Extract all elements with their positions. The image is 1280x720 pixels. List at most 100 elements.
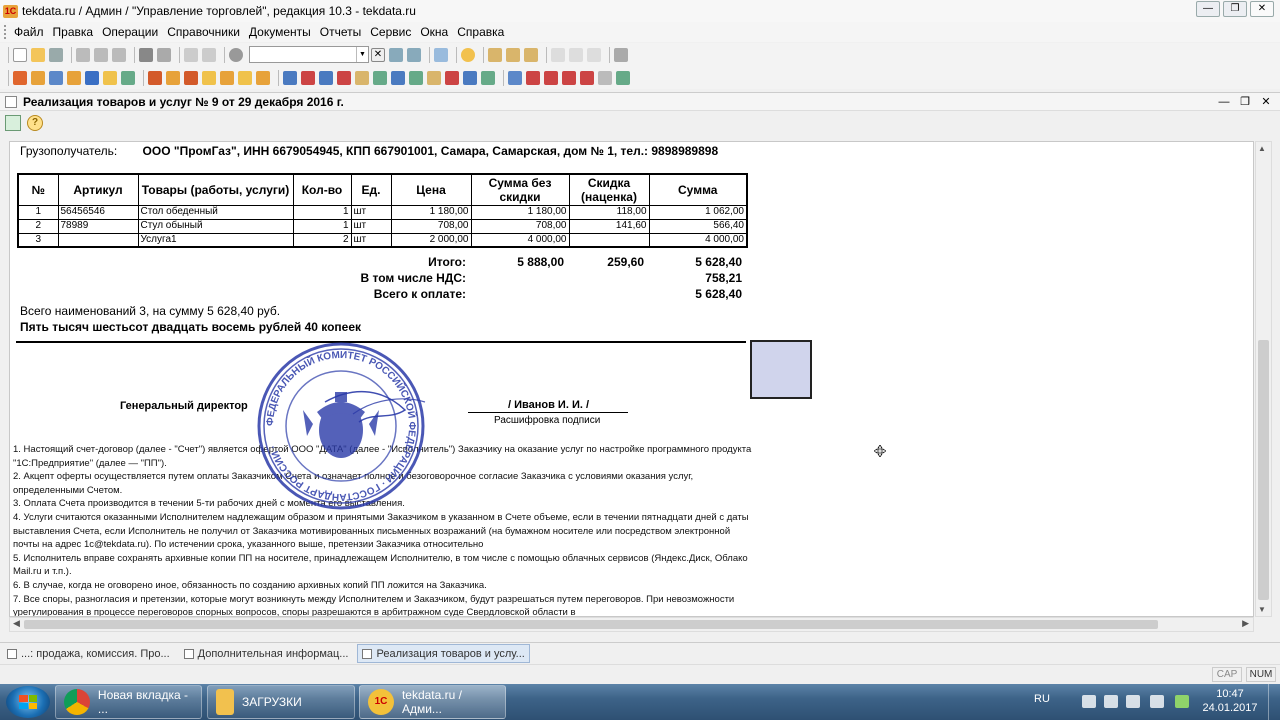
report-i-icon[interactable] [427, 70, 441, 85]
menu-catalogs[interactable]: Справочники [167, 25, 240, 39]
invoice-icon[interactable] [31, 70, 45, 85]
menu-operations[interactable]: Операции [102, 25, 158, 39]
save-icon[interactable] [49, 47, 63, 62]
scroll-right-icon[interactable]: ▶ [1242, 618, 1249, 629]
purchase-icon[interactable] [166, 70, 180, 85]
paste-icon[interactable] [112, 47, 126, 62]
analysis-a-icon[interactable] [508, 70, 522, 85]
tray-network-icon[interactable] [1104, 695, 1118, 708]
window-tab-sales[interactable]: ...: продажа, комиссия. Про... [2, 644, 175, 663]
report-e-icon[interactable] [355, 70, 369, 85]
returns-icon[interactable] [184, 70, 198, 85]
start-button[interactable] [6, 686, 50, 718]
chevron-down-icon[interactable]: ▼ [356, 47, 368, 62]
transfer-icon[interactable] [220, 70, 234, 85]
doc-close-button[interactable]: ✕ [1257, 94, 1275, 110]
menu-windows[interactable]: Окна [420, 25, 448, 39]
report-a-icon[interactable] [283, 70, 297, 85]
users-icon[interactable] [85, 70, 99, 85]
report-b-icon[interactable] [301, 70, 315, 85]
table-icon[interactable] [524, 47, 538, 62]
report-j-icon[interactable] [445, 70, 459, 85]
maximize-button[interactable]: ❐ [1223, 1, 1247, 17]
window-tab-realization[interactable]: Реализация товаров и услу... [357, 644, 530, 663]
analysis-d-icon[interactable] [562, 70, 576, 85]
report-g-icon[interactable] [391, 70, 405, 85]
hscroll-thumb[interactable] [24, 620, 1158, 629]
clear-search-icon[interactable]: ✕ [371, 47, 385, 62]
sales-icon[interactable] [148, 70, 162, 85]
clock[interactable]: 10:47 24.01.2017 [1200, 687, 1260, 715]
open-icon[interactable] [31, 47, 45, 62]
copy-icon[interactable] [94, 47, 108, 62]
show-desktop-button[interactable] [1268, 684, 1280, 720]
menu-reports[interactable]: Отчеты [320, 25, 361, 39]
taskbar-1c-button[interactable]: 1С tekdata.ru / Адми... [359, 685, 506, 719]
analysis-e-icon[interactable] [580, 70, 594, 85]
new-icon[interactable] [13, 47, 27, 62]
memory-m-icon[interactable] [551, 47, 565, 62]
report-c-icon[interactable] [319, 70, 333, 85]
taskbar-chrome-button[interactable]: Новая вкладка - ... [55, 685, 202, 719]
help-icon[interactable]: ? [27, 114, 43, 131]
tray-sync-icon[interactable] [1175, 695, 1189, 708]
pricing-icon[interactable] [121, 70, 135, 85]
info-icon[interactable] [461, 47, 475, 62]
undo-icon[interactable] [184, 47, 198, 62]
find-prev-icon[interactable] [407, 47, 421, 62]
menu-file[interactable]: Файл [14, 25, 44, 39]
journal-icon[interactable] [49, 70, 63, 85]
report-l-icon[interactable] [481, 70, 495, 85]
report-f-icon[interactable] [373, 70, 387, 85]
calculator-icon[interactable] [506, 47, 520, 62]
cell-goods: Услуга1 [137, 232, 294, 248]
analysis-b-icon[interactable] [526, 70, 540, 85]
menu-documents[interactable]: Документы [249, 25, 311, 39]
window-tab-additional-info[interactable]: Дополнительная информац... [179, 644, 354, 663]
windows-icon[interactable] [434, 47, 448, 62]
goods-icon[interactable] [103, 70, 117, 85]
scroll-down-icon[interactable]: ▼ [1258, 605, 1266, 614]
tray-flag-icon[interactable] [1126, 695, 1140, 708]
taskbar-downloads-button[interactable]: ЗАГРУЗКИ [207, 685, 355, 719]
memory-plus-icon[interactable] [569, 47, 583, 62]
cut-icon[interactable] [76, 47, 90, 62]
menu-service[interactable]: Сервис [370, 25, 411, 39]
print-icon[interactable] [139, 47, 153, 62]
scroll-thumb[interactable] [1258, 340, 1269, 600]
doc-minimize-button[interactable]: — [1215, 94, 1233, 110]
cash-icon[interactable] [238, 70, 252, 85]
analysis-f-icon[interactable] [598, 70, 612, 85]
report-h-icon[interactable] [409, 70, 423, 85]
save-copy-icon[interactable] [5, 114, 21, 131]
search-input[interactable]: ▼ [249, 46, 369, 63]
search-icon[interactable] [229, 47, 243, 62]
minimize-button[interactable]: — [1196, 1, 1220, 17]
volume-icon[interactable] [1150, 695, 1164, 708]
preview-icon[interactable] [157, 47, 171, 62]
vertical-scrollbar[interactable]: ▲ ▼ [1255, 141, 1272, 617]
memory-minus-icon[interactable] [587, 47, 601, 62]
receipt-icon[interactable] [67, 70, 81, 85]
toolbar-separator [483, 46, 484, 63]
doc-restore-button[interactable]: ❐ [1236, 94, 1254, 110]
redo-icon[interactable] [202, 47, 216, 62]
close-button[interactable]: ✕ [1250, 1, 1274, 17]
report-k-icon[interactable] [463, 70, 477, 85]
analysis-g-icon[interactable] [616, 70, 630, 85]
horizontal-scrollbar[interactable]: ◀ ▶ [9, 617, 1254, 632]
scroll-up-icon[interactable]: ▲ [1258, 144, 1266, 153]
warehouse-icon[interactable] [202, 70, 216, 85]
tray-app-icon[interactable] [1082, 695, 1096, 708]
calendar-icon[interactable] [488, 47, 502, 62]
settings-icon[interactable] [614, 47, 628, 62]
analysis-c-icon[interactable] [544, 70, 558, 85]
language-indicator[interactable]: RU [1034, 693, 1050, 705]
menu-edit[interactable]: Правка [53, 25, 94, 39]
menu-help[interactable]: Справка [457, 25, 504, 39]
scroll-left-icon[interactable]: ◀ [13, 618, 20, 629]
find-next-icon[interactable] [389, 47, 403, 62]
report-d-icon[interactable] [337, 70, 351, 85]
order-icon[interactable] [13, 70, 27, 85]
bank-icon[interactable] [256, 70, 270, 85]
